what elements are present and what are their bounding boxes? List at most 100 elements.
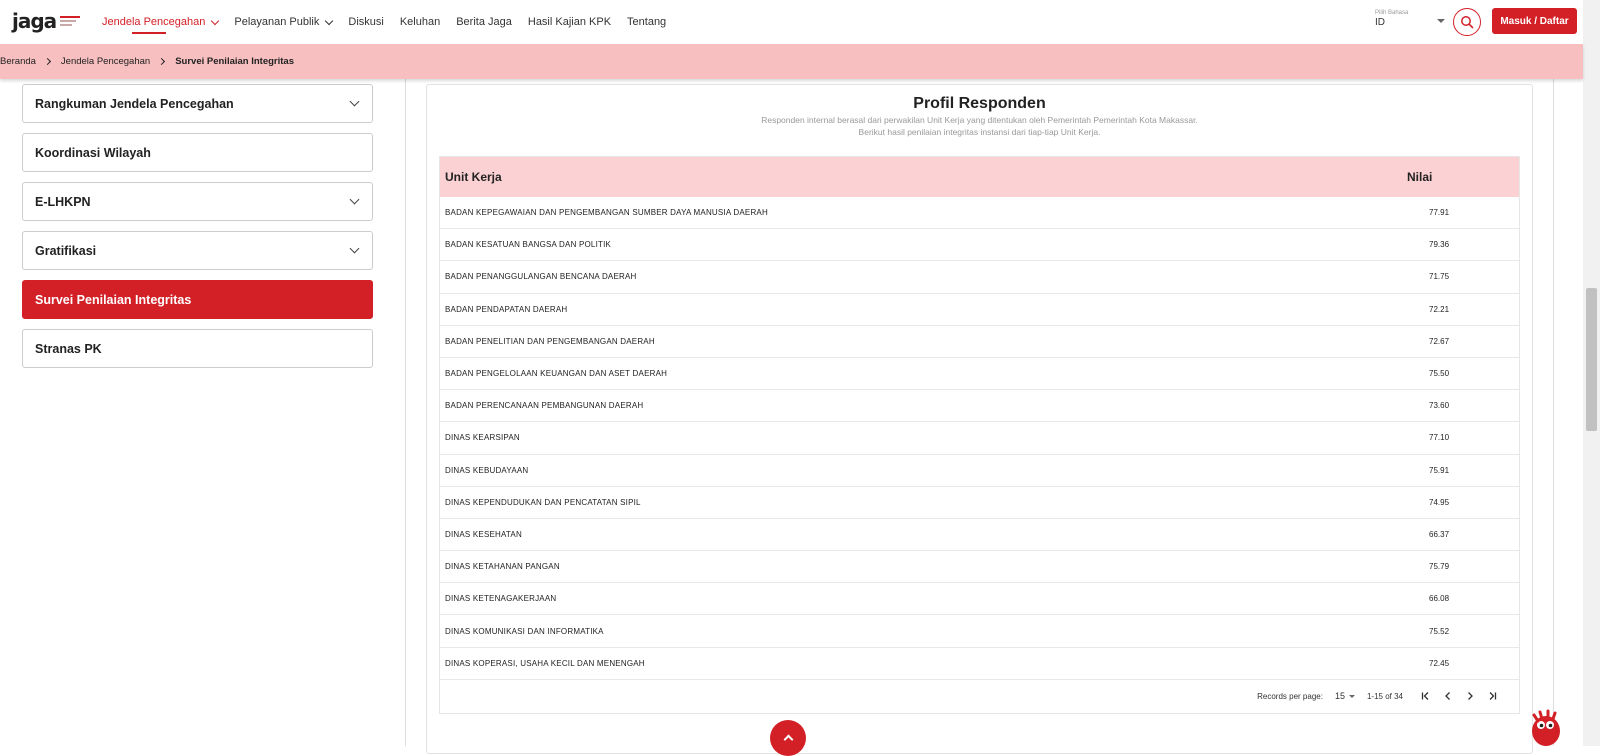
nav-item-hasil-kajian-kpk[interactable]: Hasil Kajian KPK xyxy=(520,0,619,44)
sidebar-item-label: Gratifikasi xyxy=(35,243,97,258)
page-scrollbar[interactable] xyxy=(1583,0,1600,746)
nav-item-berita-jaga[interactable]: Berita Jaga xyxy=(448,0,520,44)
sidebar-item-label: Rangkuman Jendela Pencegahan xyxy=(35,96,234,111)
nav-item-keluhan[interactable]: Keluhan xyxy=(392,0,448,44)
table-pagination: Records per page: 15 1-15 of 34 xyxy=(440,679,1519,713)
sidebar-item-rangkuman-jendela-pencegahan[interactable]: Rangkuman Jendela Pencegahan xyxy=(22,84,373,123)
chevron-down-icon xyxy=(349,194,360,205)
nav-item-pelayanan-publik[interactable]: Pelayanan Publik xyxy=(226,0,340,44)
cell-unit-kerja: BADAN KESATUAN BANGSA DAN POLITIK xyxy=(445,240,612,250)
jaga-logo[interactable]: jaga xyxy=(12,9,81,33)
nav-item-jendela-pencegahan[interactable]: Jendela Pencegahan xyxy=(94,0,226,44)
nav-item-label: Tentang xyxy=(627,16,667,28)
logo-wordmark: jaga xyxy=(12,9,57,33)
table-row: BADAN PENELITIAN DAN PENGEMBANGAN DAERAH… xyxy=(440,326,1519,358)
table-row: DINAS KETENAGAKERJAAN 66.08 xyxy=(440,583,1519,616)
sidebar-item-stranas-pk[interactable]: Stranas PK xyxy=(22,329,373,368)
table-row: DINAS KOMUNIKASI DAN INFORMATIKA 75.52 xyxy=(440,615,1519,648)
cell-nilai: 72.21 xyxy=(1429,304,1450,314)
breadcrumb-current: Survei Penilaian Integritas xyxy=(175,56,294,67)
profil-responden-card: Profil Responden Responden internal bera… xyxy=(426,84,1533,754)
divider xyxy=(405,79,406,746)
nav-item-label: Pelayanan Publik xyxy=(234,16,320,28)
breadcrumb-home[interactable]: Beranda xyxy=(0,56,36,67)
language-select[interactable]: Pilih Bahasa ID xyxy=(1375,10,1445,34)
sidebar-item-label: E-LHKPN xyxy=(35,194,91,209)
chevron-right-icon xyxy=(43,57,51,66)
column-header-nilai[interactable]: Nilai xyxy=(1407,170,1519,184)
pagination-range: 1-15 of 34 xyxy=(1366,691,1403,701)
cell-unit-kerja: DINAS KEBUDAYAAN xyxy=(445,465,529,475)
sidebar-item-survei-penilaian-integritas[interactable]: Survei Penilaian Integritas xyxy=(22,280,373,319)
cell-nilai: 73.60 xyxy=(1429,401,1450,411)
sidebar-item-e-lhkpn[interactable]: E-LHKPN xyxy=(22,182,373,221)
cell-unit-kerja: DINAS KOMUNIKASI DAN INFORMATIKA xyxy=(445,626,604,636)
table-row: BADAN PENANGGULANGAN BENCANA DAERAH 71.75 xyxy=(440,261,1519,294)
nav-item-label: Hasil Kajian KPK xyxy=(527,16,612,28)
chevron-up-icon xyxy=(783,734,793,745)
table-row: BADAN PERENCANAAN PEMBANGUNAN DAERAH 73.6… xyxy=(440,390,1519,423)
cell-nilai: 77.10 xyxy=(1429,433,1450,443)
search-button[interactable] xyxy=(1453,8,1481,36)
cell-nilai: 75.50 xyxy=(1429,369,1450,379)
table-header: Unit Kerja Nilai xyxy=(440,157,1519,197)
cell-nilai: 79.36 xyxy=(1429,240,1450,250)
nav-item-label: Berita Jaga xyxy=(456,16,512,28)
column-header-unit-kerja[interactable]: Unit Kerja xyxy=(440,170,1407,184)
chevron-left-icon[interactable] xyxy=(1437,685,1459,707)
logo-tagline-graphic xyxy=(60,16,81,26)
cell-unit-kerja: BADAN PENANGGULANGAN BENCANA DAERAH xyxy=(445,272,637,282)
table-row: DINAS KEPENDUDUKAN DAN PENCATATAN SIPIL 7… xyxy=(440,487,1519,519)
cell-nilai: 75.52 xyxy=(1429,626,1450,636)
sidebar-item-gratifikasi[interactable]: Gratifikasi xyxy=(22,231,373,270)
cell-unit-kerja: BADAN PERENCANAAN PEMBANGUNAN DAERAH xyxy=(445,401,644,411)
top-navbar: jaga Jendela Pencegahan Pelayanan Publik D… xyxy=(0,0,1583,44)
sidebar-item-label: Survei Penilaian Integritas xyxy=(35,292,192,307)
cell-nilai: 74.95 xyxy=(1429,497,1450,507)
cell-unit-kerja: DINAS KEPENDUDUKAN DAN PENCATATAN SIPIL xyxy=(445,497,641,507)
table-row: BADAN KEPEGAWAIAN DAN PENGEMBANGAN SUMBE… xyxy=(440,197,1519,230)
breadcrumb: Beranda Jendela Pencegahan Survei Penila… xyxy=(0,44,1583,79)
records-per-page-select[interactable]: 15 xyxy=(1335,691,1345,701)
breadcrumb-jendela-pencegahan[interactable]: Jendela Pencegahan xyxy=(61,56,150,67)
chevron-right-icon xyxy=(158,57,166,66)
mascot-helper-icon[interactable] xyxy=(1526,707,1566,747)
sidebar-item-label: Koordinasi Wilayah xyxy=(35,145,151,160)
table-row: BADAN PENGELOLAAN KEUANGAN DAN ASET DAER… xyxy=(440,358,1519,391)
cell-unit-kerja: DINAS KESEHATAN xyxy=(445,529,522,539)
language-label: Pilih Bahasa xyxy=(1375,10,1409,16)
page-title: Profil Responden xyxy=(913,95,1046,112)
cell-unit-kerja: DINAS KEARSIPAN xyxy=(445,433,520,443)
unit-kerja-table: Unit Kerja Nilai BADAN KEPEGAWAIAN DAN P… xyxy=(439,156,1520,714)
divider xyxy=(1553,79,1554,746)
chevron-down-icon xyxy=(349,96,360,107)
cell-nilai: 71.75 xyxy=(1429,272,1450,282)
sidebar-menu: Rangkuman Jendela Pencegahan Koordinasi W… xyxy=(22,84,373,378)
records-per-page-label: Records per page: xyxy=(1257,691,1323,701)
card-subtitle-1: Responden internal berasal dari perwakil… xyxy=(761,115,1198,125)
nav-item-label: Jendela Pencegahan xyxy=(102,16,206,28)
caret-down-icon[interactable] xyxy=(1348,694,1355,698)
search-icon xyxy=(1461,16,1474,29)
nav-item-tentang[interactable]: Tentang xyxy=(619,0,674,44)
nav-item-label: Keluhan xyxy=(399,16,441,28)
chevron-down-icon xyxy=(325,16,334,25)
scrollbar-thumb[interactable] xyxy=(1586,288,1597,431)
language-value: ID xyxy=(1375,17,1385,28)
cell-unit-kerja: BADAN PENDAPATAN DAERAH xyxy=(445,304,568,314)
sidebar-item-koordinasi-wilayah[interactable]: Koordinasi Wilayah xyxy=(22,133,373,172)
table-row: DINAS KEARSIPAN 77.10 xyxy=(440,422,1519,455)
last-page-icon[interactable] xyxy=(1481,685,1503,707)
scroll-to-top-button[interactable] xyxy=(770,720,806,756)
login-register-button[interactable]: Masuk / Daftar xyxy=(1492,8,1577,34)
chevron-right-icon[interactable] xyxy=(1459,685,1481,707)
main-nav: Jendela Pencegahan Pelayanan Publik Diskus… xyxy=(94,0,674,44)
sidebar-item-label: Stranas PK xyxy=(35,341,102,356)
cell-unit-kerja: DINAS KOPERASI, USAHA KECIL DAN MENENGAH xyxy=(445,658,645,668)
cell-nilai: 75.91 xyxy=(1429,465,1450,475)
cell-unit-kerja: DINAS KETAHANAN PANGAN xyxy=(445,562,560,572)
cell-nilai: 66.08 xyxy=(1429,594,1450,604)
nav-item-label: Diskusi xyxy=(348,16,384,28)
nav-item-diskusi[interactable]: Diskusi xyxy=(340,0,391,44)
first-page-icon[interactable] xyxy=(1415,685,1437,707)
